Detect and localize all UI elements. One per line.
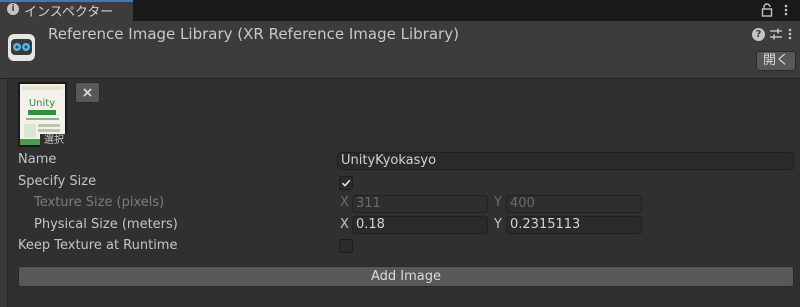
name-label: Name (18, 152, 57, 167)
tab-label: インスペクター (24, 5, 114, 20)
physical-height-field[interactable]: 0.2315113 (506, 216, 642, 234)
lock-icon[interactable] (761, 3, 773, 17)
svg-text:Unity: Unity (29, 98, 55, 109)
tab-menu-icon[interactable] (783, 3, 789, 17)
info-icon: i (7, 3, 19, 15)
texture-size-label: Texture Size (pixels) (34, 195, 165, 210)
texture-y-axis-label: Y (494, 195, 502, 210)
physical-y-axis-label[interactable]: Y (494, 217, 502, 232)
reference-image-library-icon (8, 34, 35, 61)
asset-title: Reference Image Library (XR Reference Im… (48, 25, 459, 43)
select-texture-badge[interactable]: 選択 (40, 134, 68, 147)
keep-texture-checkbox[interactable] (339, 239, 353, 253)
specify-size-checkbox[interactable] (339, 176, 353, 190)
close-icon (83, 88, 92, 97)
specify-size-label: Specify Size (18, 174, 97, 189)
physical-x-axis-label[interactable]: X (340, 217, 349, 232)
physical-width-field[interactable]: 0.18 (352, 216, 488, 234)
help-icon[interactable]: ? (752, 28, 765, 41)
remove-image-button[interactable] (75, 82, 100, 103)
add-image-button[interactable]: Add Image (18, 266, 794, 287)
texture-x-axis-label: X (340, 195, 349, 210)
physical-size-label: Physical Size (meters) (34, 217, 178, 232)
texture-width-field: 311 (352, 195, 488, 213)
name-field[interactable]: UnityKyokasyo (337, 152, 794, 170)
presets-icon[interactable] (769, 27, 783, 41)
checkmark-icon (341, 179, 351, 187)
open-button[interactable]: 開く (756, 51, 796, 71)
component-menu-icon[interactable] (787, 27, 793, 41)
texture-height-field: 400 (506, 195, 642, 213)
keep-texture-label: Keep Texture at Runtime (18, 238, 178, 253)
